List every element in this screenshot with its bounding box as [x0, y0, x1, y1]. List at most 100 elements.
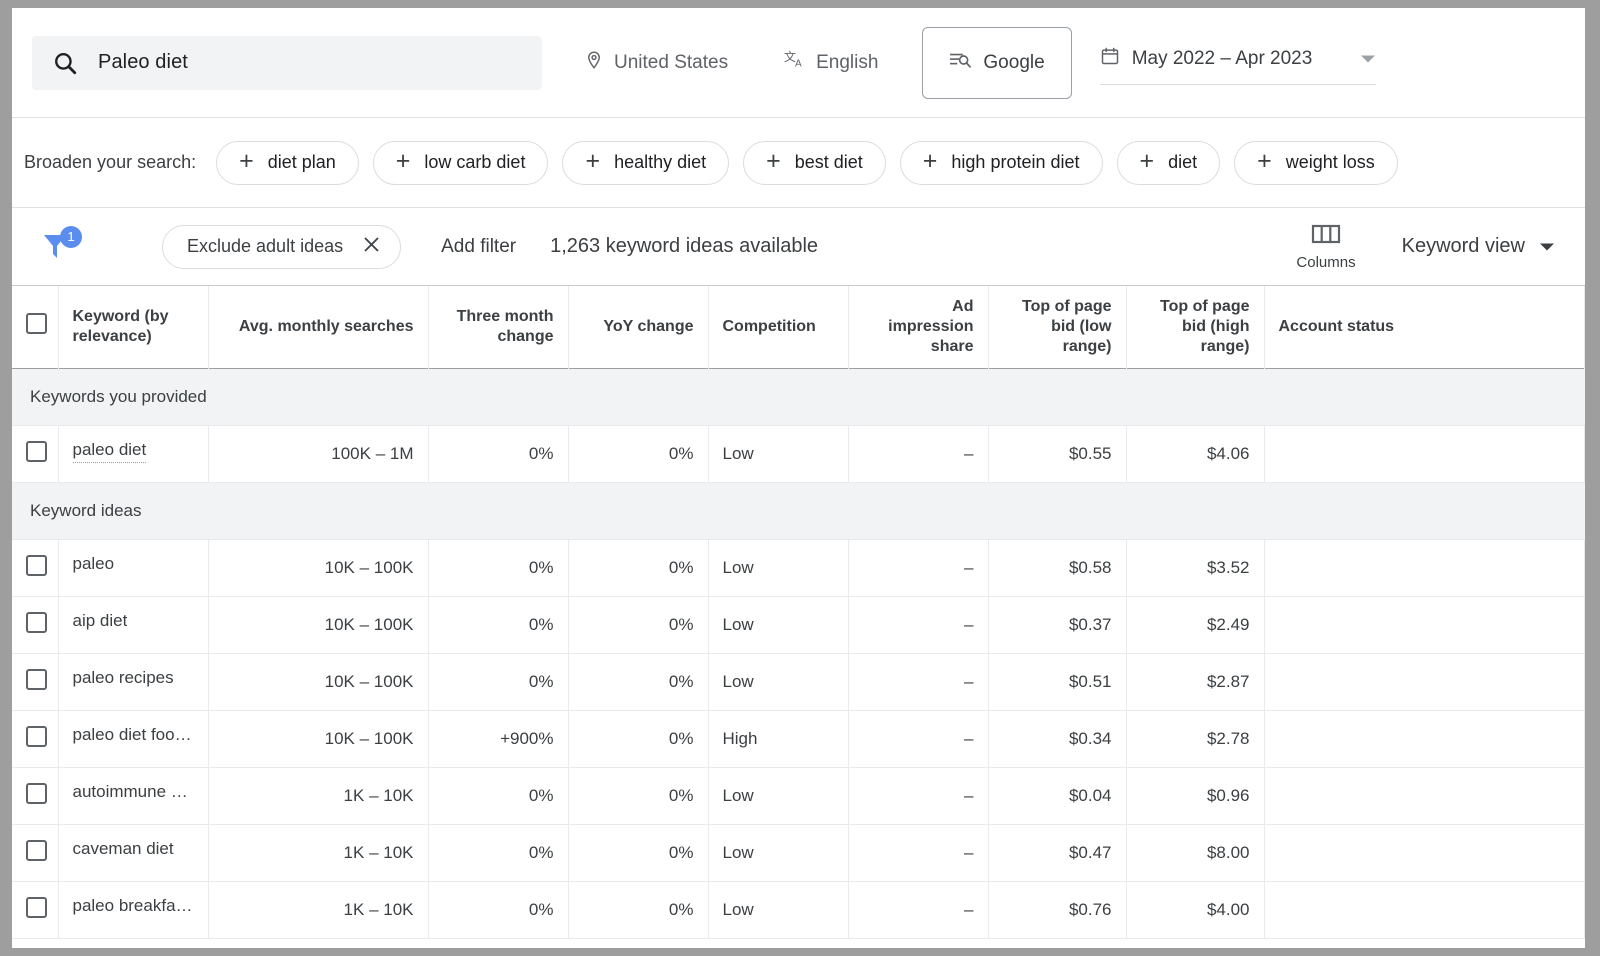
cell-yoy-change: 0% — [568, 881, 708, 938]
broaden-chip-2[interactable]: + healthy diet — [562, 141, 729, 185]
cell-keyword[interactable]: paleo recipes — [58, 653, 208, 710]
cell-bid-high: $4.06 — [1126, 425, 1264, 482]
row-checkbox[interactable] — [26, 783, 47, 804]
col-header-competition[interactable]: Competition — [708, 286, 848, 368]
cell-avg-monthly-searches: 1K – 10K — [208, 767, 428, 824]
col-header-account-status[interactable]: Account status — [1264, 286, 1585, 368]
cell-keyword[interactable]: paleo diet foo… — [58, 710, 208, 767]
filter-toolbar: 1 Exclude adult ideas Add filter 1,263 k… — [12, 208, 1585, 286]
broaden-chip-label: high protein diet — [951, 152, 1079, 173]
broaden-chip-label: diet — [1168, 152, 1197, 173]
cell-keyword[interactable]: paleo diet — [58, 425, 208, 482]
columns-button[interactable]: Columns — [1296, 222, 1355, 271]
row-checkbox[interactable] — [26, 840, 47, 861]
language-selector[interactable]: 文 A English — [770, 36, 892, 90]
col-header-keyword[interactable]: Keyword (by relevance) — [58, 286, 208, 368]
col-header-ad-impression-share[interactable]: Ad impression share — [848, 286, 988, 368]
row-select-cell — [12, 824, 58, 881]
cell-account-status — [1264, 425, 1585, 482]
calendar-icon — [1100, 46, 1120, 72]
search-network-selector[interactable]: Google — [922, 27, 1071, 99]
cell-bid-high: $2.78 — [1126, 710, 1264, 767]
col-header-avg-monthly-searches[interactable]: Avg. monthly searches — [208, 286, 428, 368]
active-filter-chip[interactable]: Exclude adult ideas — [162, 225, 401, 269]
broaden-chip-4[interactable]: + high protein diet — [900, 141, 1103, 185]
cell-yoy-change: 0% — [568, 539, 708, 596]
cell-bid-low: $0.55 — [988, 425, 1126, 482]
row-select-cell — [12, 596, 58, 653]
cell-keyword[interactable]: aip diet — [58, 596, 208, 653]
cell-bid-high: $0.96 — [1126, 767, 1264, 824]
cell-keyword[interactable]: paleo — [58, 539, 208, 596]
cell-avg-monthly-searches: 10K – 100K — [208, 710, 428, 767]
plus-icon: + — [396, 149, 411, 174]
row-checkbox[interactable] — [26, 612, 47, 633]
cell-competition: Low — [708, 596, 848, 653]
table-row[interactable]: caveman diet 1K – 10K 0% 0% Low – $0.47 … — [12, 824, 1585, 881]
location-selector[interactable]: United States — [570, 36, 742, 90]
cell-competition: High — [708, 710, 848, 767]
col-header-three-month-change[interactable]: Three month change — [428, 286, 568, 368]
cell-account-status — [1264, 824, 1585, 881]
add-filter-button[interactable]: Add filter — [441, 236, 516, 258]
col-header-bid-low[interactable]: Top of page bid (low range) — [988, 286, 1126, 368]
filter-funnel-button[interactable]: 1 — [36, 225, 84, 269]
broaden-chip-1[interactable]: + low carb diet — [373, 141, 549, 185]
cell-three-month-change: 0% — [428, 653, 568, 710]
broaden-chip-0[interactable]: + diet plan — [216, 141, 359, 185]
toolbar-right-group: Columns Keyword view — [1296, 222, 1573, 271]
row-checkbox[interactable] — [26, 441, 47, 462]
table-row[interactable]: paleo breakfa… 1K – 10K 0% 0% Low – $0.7… — [12, 881, 1585, 938]
table-row[interactable]: paleo diet 100K – 1M 0% 0% Low – $0.55 $… — [12, 425, 1585, 482]
search-input[interactable]: Paleo diet — [32, 36, 542, 90]
keyword-view-label: Keyword view — [1402, 235, 1525, 258]
cell-account-status — [1264, 767, 1585, 824]
date-range-label: May 2022 – Apr 2023 — [1132, 48, 1313, 70]
location-pin-icon — [584, 50, 604, 76]
keyword-text: paleo — [73, 554, 115, 576]
keyword-view-selector[interactable]: Keyword view — [1402, 235, 1555, 258]
cell-ad-impression-share: – — [848, 824, 988, 881]
broaden-chip-6[interactable]: + weight loss — [1234, 141, 1398, 185]
select-all-checkbox[interactable] — [26, 313, 47, 334]
table-row[interactable]: aip diet 10K – 100K 0% 0% Low – $0.37 $2… — [12, 596, 1585, 653]
broaden-chip-5[interactable]: + diet — [1117, 141, 1221, 185]
table-row[interactable]: autoimmune … 1K – 10K 0% 0% Low – $0.04 … — [12, 767, 1585, 824]
cell-bid-low: $0.37 — [988, 596, 1126, 653]
table-row[interactable]: paleo recipes 10K – 100K 0% 0% Low – $0.… — [12, 653, 1585, 710]
cell-bid-low: $0.34 — [988, 710, 1126, 767]
row-checkbox[interactable] — [26, 669, 47, 690]
search-network-label: Google — [983, 52, 1044, 74]
plus-icon: + — [766, 149, 781, 174]
cell-three-month-change: 0% — [428, 824, 568, 881]
row-checkbox[interactable] — [26, 726, 47, 747]
plus-icon: + — [1257, 149, 1272, 174]
table-row[interactable]: paleo 10K – 100K 0% 0% Low – $0.58 $3.52 — [12, 539, 1585, 596]
col-header-yoy-change[interactable]: YoY change — [568, 286, 708, 368]
close-icon[interactable] — [363, 236, 380, 258]
row-checkbox[interactable] — [26, 897, 47, 918]
table-row[interactable]: paleo diet foo… 10K – 100K +900% 0% High… — [12, 710, 1585, 767]
cell-competition: Low — [708, 539, 848, 596]
select-all-header — [12, 286, 58, 368]
broaden-chip-3[interactable]: + best diet — [743, 141, 886, 185]
search-network-icon — [949, 50, 971, 76]
cell-keyword[interactable]: caveman diet — [58, 824, 208, 881]
cell-competition: Low — [708, 881, 848, 938]
col-header-bid-high[interactable]: Top of page bid (high range) — [1126, 286, 1264, 368]
cell-avg-monthly-searches: 10K – 100K — [208, 596, 428, 653]
cell-competition: Low — [708, 767, 848, 824]
cell-keyword[interactable]: paleo breakfa… — [58, 881, 208, 938]
cell-bid-low: $0.51 — [988, 653, 1126, 710]
cell-account-status — [1264, 596, 1585, 653]
date-range-selector[interactable]: May 2022 – Apr 2023 — [1100, 41, 1377, 85]
cell-ad-impression-share: – — [848, 881, 988, 938]
cell-bid-low: $0.76 — [988, 881, 1126, 938]
broaden-chip-label: low carb diet — [424, 152, 525, 173]
active-filter-label: Exclude adult ideas — [187, 236, 343, 257]
cell-keyword[interactable]: autoimmune … — [58, 767, 208, 824]
cell-three-month-change: 0% — [428, 881, 568, 938]
row-checkbox[interactable] — [26, 555, 47, 576]
location-label: United States — [614, 52, 728, 74]
row-select-cell — [12, 881, 58, 938]
